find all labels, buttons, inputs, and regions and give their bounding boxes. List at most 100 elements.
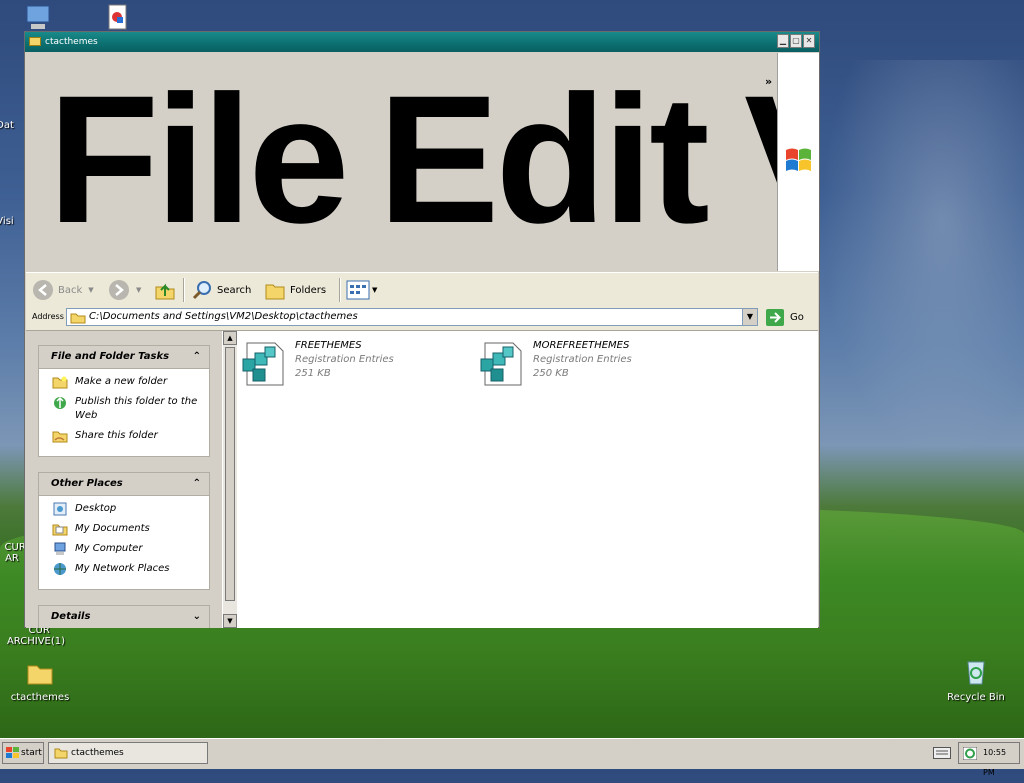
desktop-icon-label: ctacthemes xyxy=(10,692,70,703)
up-folder-icon xyxy=(155,283,175,300)
back-button[interactable]: Back ▼ xyxy=(32,280,94,300)
details-panel: Details ⌄ xyxy=(38,605,210,628)
file-type: Registration Entries xyxy=(295,354,394,365)
registry-file-icon xyxy=(242,342,284,386)
windows-logo-box xyxy=(777,53,819,271)
tray-status-icon[interactable] xyxy=(963,747,977,760)
task-pane: File and Folder Tasks ⌃ Make a new folde… xyxy=(26,331,222,628)
windows-logo-icon xyxy=(786,148,811,171)
taskbar-window-button[interactable]: ctacthemes xyxy=(48,742,208,764)
go-arrow-icon xyxy=(766,309,784,326)
windows-logo-icon xyxy=(6,747,19,758)
scroll-thumb[interactable] xyxy=(225,347,235,601)
task-pane-scrollbar[interactable]: ▲ ▼ xyxy=(222,331,237,628)
my-computer-icon xyxy=(54,542,66,555)
desktop-icon-label: CUR ARCHIVE(1) xyxy=(6,625,66,647)
address-path: C:\Documents and Settings\VM2\Desktop\ct… xyxy=(89,311,358,322)
file-list: FREETHEMES Registration Entries 251 KB M… xyxy=(237,331,818,628)
folder-icon xyxy=(54,748,68,759)
menu-overflow-chevron-icon[interactable]: » xyxy=(765,75,772,88)
file-folder-tasks-header[interactable]: File and Folder Tasks ⌃ xyxy=(39,346,209,369)
computer-icon xyxy=(26,5,50,29)
go-button[interactable]: Go xyxy=(766,309,804,326)
share-folder-icon xyxy=(52,431,68,443)
menu-file[interactable]: File xyxy=(48,68,350,250)
file-item[interactable]: MOREFREETHEMES Registration Entries 250 … xyxy=(479,339,709,387)
my-documents-icon xyxy=(52,524,68,536)
start-button[interactable]: start xyxy=(2,742,44,764)
views-icon xyxy=(346,280,370,300)
desktop-icon-label: Visi xyxy=(0,216,14,227)
place-my-computer[interactable]: My Computer xyxy=(39,542,209,556)
place-my-network-places[interactable]: My Network Places xyxy=(39,562,209,576)
address-bar: Address C:\Documents and Settings\VM2\De… xyxy=(26,306,818,331)
task-make-new-folder[interactable]: Make a new folder xyxy=(39,375,209,389)
menu-bar: File Edit V » xyxy=(26,53,778,271)
desktop-icon xyxy=(53,502,67,516)
file-name: FREETHEMES xyxy=(295,340,362,351)
folder-icon xyxy=(265,284,285,300)
standard-toolbar: Back ▼ ▼ Search Folders ▼ xyxy=(26,272,818,307)
window-title: ctacthemes xyxy=(45,37,98,47)
expand-icon[interactable]: ⌄ xyxy=(193,606,201,628)
place-desktop[interactable]: Desktop xyxy=(39,502,209,516)
place-my-documents[interactable]: My Documents xyxy=(39,522,209,536)
toolbar-separator xyxy=(183,278,185,302)
details-header[interactable]: Details ⌄ xyxy=(39,606,209,628)
chevron-down-icon: ▼ xyxy=(372,286,378,294)
collapse-icon[interactable]: ⌃ xyxy=(193,473,201,495)
file-item[interactable]: FREETHEMES Registration Entries 251 KB xyxy=(241,339,471,387)
chevron-down-icon: ▼ xyxy=(88,286,94,294)
taskbar: start ctacthemes 10:55 PM xyxy=(0,738,1024,777)
system-tray: 10:55 PM xyxy=(958,742,1020,777)
window-titlebar[interactable]: ctacthemes ▁ ▢ ✕ xyxy=(25,32,819,52)
minimize-button[interactable]: ▁ xyxy=(777,34,789,48)
publish-web-icon xyxy=(54,396,66,409)
task-publish-folder[interactable]: Publish this folder to the Web xyxy=(39,395,209,423)
new-folder-icon xyxy=(52,376,68,389)
views-button[interactable]: ▼ xyxy=(346,280,377,300)
scroll-up-button[interactable]: ▲ xyxy=(223,331,237,345)
menu-edit[interactable]: Edit xyxy=(378,68,710,250)
folder-icon xyxy=(27,665,53,685)
folders-button[interactable]: Folders xyxy=(264,280,326,300)
maximize-button[interactable]: ▢ xyxy=(790,34,802,48)
folder-icon xyxy=(70,313,86,324)
network-places-icon xyxy=(54,563,66,575)
address-label: Address xyxy=(32,312,64,321)
menu-view[interactable]: V xyxy=(744,68,778,250)
desktop-icon-ctacthemes[interactable]: ctacthemes xyxy=(0,660,80,703)
recycle-bin-icon xyxy=(967,661,985,685)
desktop-icon-label: CUR AR xyxy=(4,542,26,564)
file-type: Registration Entries xyxy=(533,354,632,365)
file-size: 251 KB xyxy=(295,368,331,379)
explorer-window: ctacthemes ▁ ▢ ✕ File Edit V » Back ▼ ▼ xyxy=(24,31,820,628)
forward-button[interactable]: ▼ xyxy=(108,280,141,300)
desktop-icon-label: Dat xyxy=(0,120,14,131)
address-input[interactable]: C:\Documents and Settings\VM2\Desktop\ct… xyxy=(66,308,758,326)
wallpaper-cloud xyxy=(820,60,1024,460)
address-dropdown-button[interactable]: ▼ xyxy=(742,309,757,325)
back-arrow-icon xyxy=(33,280,53,300)
desktop-icon-label: Recycle Bin xyxy=(947,692,1005,703)
search-button[interactable]: Search xyxy=(191,280,251,300)
scroll-down-button[interactable]: ▼ xyxy=(223,614,237,628)
desktop-icon-recycle-bin[interactable]: Recycle Bin xyxy=(936,656,1016,703)
folder-icon xyxy=(29,37,41,46)
document-icon xyxy=(108,4,127,30)
collapse-icon[interactable]: ⌃ xyxy=(193,346,201,368)
other-places-panel: Other Places ⌃ Desktop My Documents My C… xyxy=(38,472,210,590)
toolbar-separator xyxy=(339,278,341,302)
registry-file-icon xyxy=(480,342,522,386)
file-folder-tasks-panel: File and Folder Tasks ⌃ Make a new folde… xyxy=(38,345,210,457)
chevron-down-icon: ▼ xyxy=(136,286,142,294)
up-folder-button[interactable] xyxy=(154,280,176,300)
task-share-folder[interactable]: Share this folder xyxy=(39,429,209,443)
keyboard-icon[interactable] xyxy=(933,747,951,759)
file-size: 250 KB xyxy=(533,368,569,379)
forward-arrow-icon xyxy=(109,280,129,300)
close-button[interactable]: ✕ xyxy=(803,34,815,48)
other-places-header[interactable]: Other Places ⌃ xyxy=(39,473,209,496)
file-name: MOREFREETHEMES xyxy=(533,340,630,351)
clock[interactable]: 10:55 PM xyxy=(983,748,1006,777)
